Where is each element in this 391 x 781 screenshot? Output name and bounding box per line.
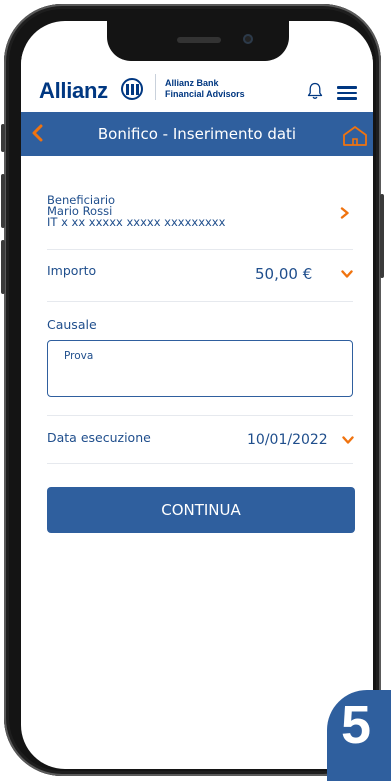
volume-up-button <box>1 174 5 228</box>
side-button <box>380 194 384 278</box>
app-header: Allianz Allianz Bank Financial Advisors <box>21 52 373 113</box>
bell-icon[interactable] <box>307 82 323 100</box>
volume-down-button <box>1 240 5 294</box>
logo-divider <box>155 74 156 100</box>
step-badge: 5 <box>327 690 391 781</box>
speaker <box>177 37 221 43</box>
brand-line-2: Financial Advisors <box>165 89 245 99</box>
brand-name: Allianz <box>39 78 108 103</box>
amount-label: Importo <box>47 263 97 278</box>
page-title: Bonifico - Inserimento dati <box>97 125 297 143</box>
beneficiary-block: Beneficiario Mario Rossi IT x xx xxxxx x… <box>47 194 226 229</box>
mute-switch <box>1 124 5 152</box>
hamburger-menu-icon[interactable] <box>337 86 357 100</box>
reason-input-value: Prova <box>64 350 94 362</box>
chevron-down-icon[interactable] <box>341 270 353 279</box>
notch <box>107 21 289 61</box>
page-navbar: Bonifico - Inserimento dati <box>21 112 373 156</box>
home-icon[interactable] <box>341 124 369 146</box>
execution-date-label: Data esecuzione <box>47 430 151 445</box>
divider <box>47 301 353 302</box>
chevron-right-icon[interactable] <box>340 207 350 219</box>
reason-label: Causale <box>47 317 97 332</box>
allianz-logo-icon <box>121 78 143 100</box>
divider <box>47 249 353 250</box>
execution-date-value: 10/01/2022 <box>247 432 328 448</box>
continue-button[interactable]: CONTINUA <box>47 487 355 533</box>
front-camera <box>243 34 253 44</box>
app-viewport: Allianz Allianz Bank Financial Advisors … <box>21 21 373 769</box>
reason-input[interactable]: Prova <box>47 340 353 397</box>
brand-line-1: Allianz Bank <box>165 78 219 88</box>
step-number: 5 <box>341 695 372 755</box>
amount-value: 50,00 € <box>255 265 313 283</box>
divider <box>47 463 353 464</box>
beneficiary-iban: IT x xx xxxxx xxxxx xxxxxxxxx <box>47 215 226 229</box>
divider <box>47 415 353 416</box>
chevron-down-icon[interactable] <box>342 436 354 445</box>
